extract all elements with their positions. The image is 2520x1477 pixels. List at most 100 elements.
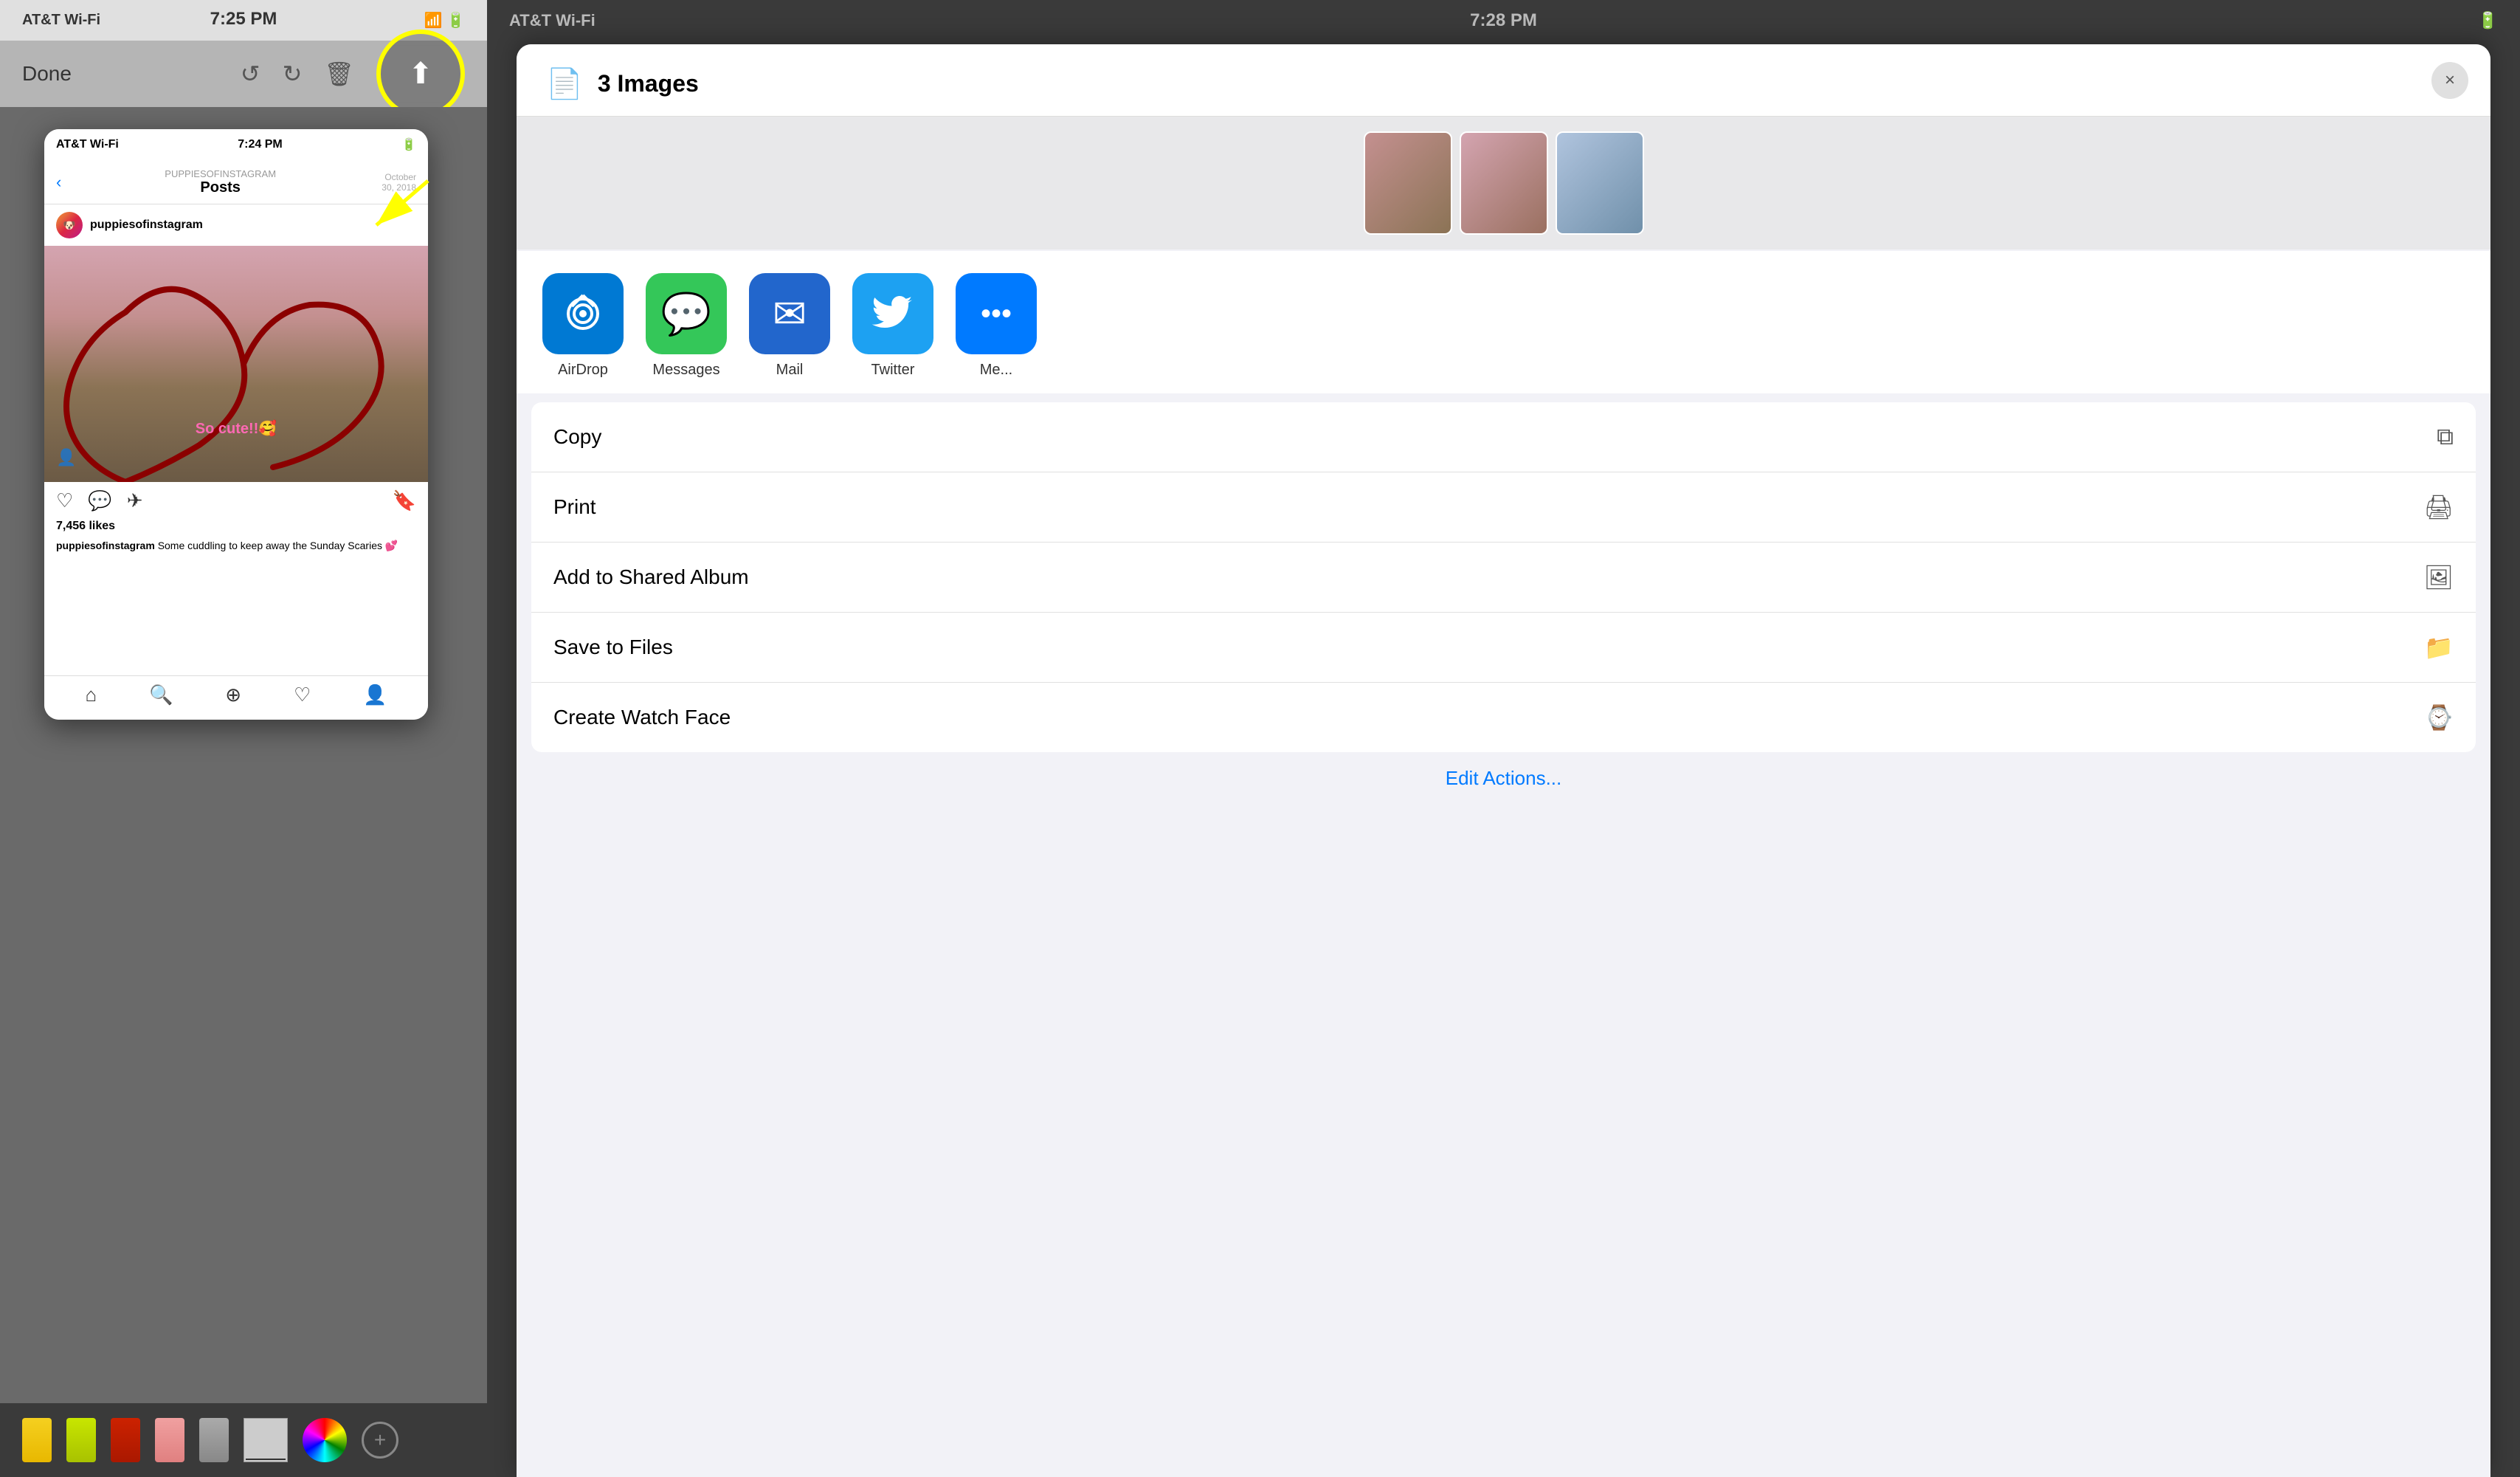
lime-marker[interactable] [66,1418,96,1462]
caption-username[interactable]: puppiesofinstagram [56,540,155,551]
share-close-button[interactable]: × [2431,62,2468,99]
bookmark-icon[interactable]: 🔖 [393,489,416,512]
inner-bottom-nav: ⌂ 🔍 ⊕ ♡ 👤 [44,675,428,720]
print-label: Print [553,495,596,519]
toolbar-icons: ↺ ↻ 🗑 ⬆ [241,30,465,118]
share-app-messages[interactable]: 💬 Messages [642,273,731,379]
heart-drawing [52,253,421,482]
post-header: 🐶 puppiesofinstagram [44,204,428,246]
left-time: 7:25 PM [210,9,277,30]
add-nav-icon[interactable]: ⊕ [225,684,241,712]
share-title: 3 Images [598,70,699,97]
add-shared-album-action[interactable]: Add to Shared Album 🖼 [531,543,2476,613]
edit-actions-link[interactable]: Edit Actions... [517,752,2490,805]
preview-thumb-2 [1460,131,1548,235]
print-action[interactable]: Print 🖨 [531,472,2476,543]
more-icon: ••• [956,273,1037,354]
inner-nav-right: October 30, 2018 [372,172,416,193]
share-app-twitter[interactable]: Twitter [849,273,937,379]
puppy-background: So cute!!🥰 👤 [44,246,428,482]
search-nav-icon[interactable]: 🔍 [149,684,173,712]
color-wheel[interactable] [303,1418,347,1462]
add-shared-album-icon: 🖼 [2423,563,2454,591]
add-shared-album-label: Add to Shared Album [553,565,749,589]
left-toolbar: Done ↺ ↻ 🗑 ⬆ [0,41,487,107]
post-image: So cute!!🥰 👤 [44,246,428,482]
redo-icon[interactable]: ↻ [283,60,303,88]
heart-nav-icon[interactable]: ♡ [294,684,311,712]
mail-icon: ✉ [749,273,830,354]
screenshot-area: AT&T Wi-Fi 7:24 PM 🔋 ‹ PUPPIESOFINSTAGRA… [0,107,487,1403]
cute-text: So cute!!🥰 [196,419,277,438]
messages-icon: 💬 [646,273,727,354]
save-files-label: Save to Files [553,636,673,659]
post-actions: ♡ 💬 ✈ 🔖 [44,482,428,520]
post-actions-left: ♡ 💬 ✈ [56,489,142,512]
print-icon: 🖨 [2423,493,2454,521]
red-marker[interactable] [111,1418,140,1462]
inner-nav-center: PUPPIESOFINSTAGRAM Posts [69,168,372,196]
post-username[interactable]: puppiesofinstagram [90,218,203,232]
caption-text: Some cuddling to keep away the Sunday Sc… [158,540,398,551]
copy-icon: ⧉ [2437,423,2454,451]
yellow-marker[interactable] [22,1418,52,1462]
share-app-airdrop[interactable]: AirDrop [539,273,627,379]
like-icon[interactable]: ♡ [56,489,73,512]
person-icon: 👤 [56,448,76,467]
pink-marker[interactable] [155,1418,184,1462]
mail-label: Mail [776,362,804,379]
share-header-doc-icon: 📄 [546,66,583,101]
inner-section-title: Posts [69,179,372,196]
left-carrier: AT&T Wi-Fi [22,12,100,29]
share-app-more[interactable]: ••• Me... [952,273,1040,379]
inner-carrier: AT&T Wi-Fi [56,138,119,151]
left-panel: AT&T Wi-Fi 7:25 PM 📶 🔋 Done ↺ ↻ 🗑 ⬆ AT&T… [0,0,487,1477]
inner-time: 7:24 PM [238,138,282,151]
share-icon: ⬆ [408,57,433,91]
left-battery: 📶 🔋 [424,11,465,30]
right-panel: AT&T Wi-Fi 7:28 PM 🔋 Done ↺ ↻ 🗑 ⬆ 📄 3 Im… [487,0,2520,1477]
copy-label: Copy [553,425,601,449]
right-carrier: AT&T Wi-Fi [509,11,596,30]
right-time: 7:28 PM [1470,10,1537,31]
inner-nav: ‹ PUPPIESOFINSTAGRAM Posts October 30, 2… [44,160,428,204]
share-apps-row: AirDrop 💬 Messages ✉ Mail [517,251,2490,393]
gray-marker[interactable] [199,1418,229,1462]
share-post-icon[interactable]: ✈ [127,489,143,512]
profile-nav-icon[interactable]: 👤 [363,684,387,712]
inner-date: October 30, 2018 [372,172,416,193]
post-likes: 7,456 likes [44,520,428,536]
add-tool-button[interactable]: + [362,1422,398,1459]
airdrop-icon [542,273,624,354]
save-files-icon: 📁 [2424,633,2454,661]
inner-battery: 🔋 [401,137,416,152]
post-avatar: 🐶 [56,212,83,238]
copy-action[interactable]: Copy ⧉ [531,402,2476,472]
post-caption: puppiesofinstagram Some cuddling to keep… [44,536,428,561]
twitter-icon [852,273,933,354]
right-battery: 🔋 [2478,11,2498,30]
comment-icon[interactable]: 💬 [88,489,111,512]
done-button[interactable]: Done [22,62,72,86]
home-nav-icon[interactable]: ⌂ [85,684,97,712]
marker-toolbar: + [0,1403,487,1477]
twitter-bird [871,295,915,332]
inner-back-arrow[interactable]: ‹ [56,173,61,192]
messages-label: Messages [652,362,719,379]
share-sheet: 📄 3 Images × [517,44,2490,1477]
undo-icon[interactable]: ↺ [241,60,260,88]
trash-icon[interactable]: 🗑 [324,60,354,88]
share-header: 📄 3 Images × [517,44,2490,117]
preview-thumb-3 [1556,131,1644,235]
preview-thumb-1 [1364,131,1452,235]
airdrop-symbol [561,292,605,336]
share-button[interactable]: ⬆ [376,30,465,118]
share-actions: Copy ⧉ Print 🖨 Add to Shared Album 🖼 Sav… [531,402,2476,752]
ruler-tool[interactable] [244,1418,288,1462]
inner-app-name: PUPPIESOFINSTAGRAM [69,168,372,179]
share-app-mail[interactable]: ✉ Mail [745,273,834,379]
edit-actions-label: Edit Actions... [1446,767,1562,789]
save-files-action[interactable]: Save to Files 📁 [531,613,2476,683]
inner-phone: AT&T Wi-Fi 7:24 PM 🔋 ‹ PUPPIESOFINSTAGRA… [44,129,428,720]
watch-face-action[interactable]: Create Watch Face ⌚ [531,683,2476,752]
